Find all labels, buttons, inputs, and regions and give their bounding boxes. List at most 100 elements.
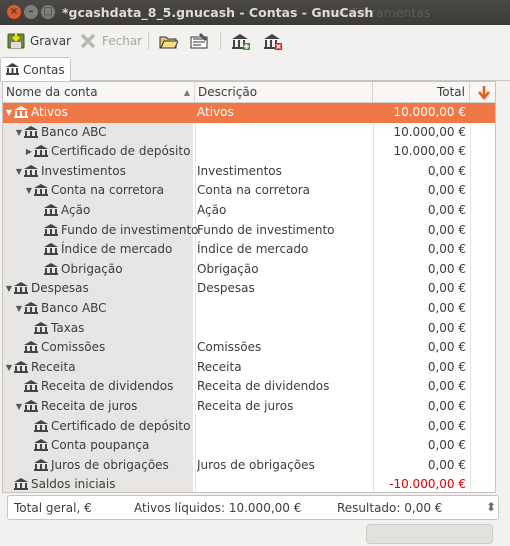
delete-account-icon [262,31,282,51]
bank-icon [14,360,28,374]
account-name: Obrigação [61,261,123,276]
bank-icon [24,341,38,354]
toolbar-separator [148,32,149,50]
bank-icon [14,282,28,295]
toolbar: Gravar Fechar [0,25,510,57]
window-title: *gcashdata_8_5.gnucash - Contas - GnuCas… [62,5,374,20]
account-total: 0,00 € [427,438,466,453]
account-row[interactable]: ▼ Receita Receita 0,00 € [3,357,495,378]
bank-icon [24,125,38,139]
maximize-window-button[interactable]: □ [41,5,55,19]
open-folder-icon [158,31,179,51]
close-icon [78,31,98,51]
account-row[interactable]: ▼ Conta na corretora Conta na corretora 0,0… [3,181,495,201]
account-name: Banco ABC [41,124,107,139]
delete-account-button[interactable] [262,29,282,53]
account-description [197,436,372,456]
expander-open-icon[interactable]: ▼ [14,123,24,143]
account-name: Receita de juros [41,399,138,413]
expander-open-icon[interactable]: ▼ [14,299,24,319]
account-row[interactable]: Comissões Comissões 0,00 € [3,338,495,358]
account-name: Receita de dividendos [41,379,174,394]
expander-open-icon[interactable]: ▼ [4,103,14,123]
account-row[interactable]: ▼ Investimentos Investimentos 0,00 € [3,161,495,182]
account-row[interactable]: Índice de mercado Índice de mercado 0,00 € [3,240,495,260]
account-row[interactable]: Juros de obrigações Juros de obrigações 0,… [3,455,495,476]
account-row[interactable]: ▼ Despesas Despesas 0,00 € [3,279,495,299]
account-name: Receita [31,359,76,374]
bank-icon [44,243,58,256]
result-label: Resultado: 0,00 € [337,501,443,515]
tab-accounts[interactable]: Contas [0,57,71,82]
account-name: Despesas [31,281,89,296]
account-name: Ativos [31,105,68,119]
expander-open-icon[interactable]: ▼ [4,279,14,299]
accounts-tree[interactable]: Nome da conta ▲ Descrição Total ▼ Ativos A… [2,81,496,493]
edit-account-button[interactable] [189,29,209,53]
account-total: 0,00 € [427,301,466,315]
account-name: Saldos iniciais [31,477,116,492]
minimize-window-button[interactable]: – [24,5,38,19]
account-name: Índice de mercado [61,242,173,257]
close-window-button[interactable]: × [7,5,21,19]
account-name: Banco ABC [41,301,107,315]
account-total: 10.000,00 € [393,105,466,119]
account-row[interactable]: Receita de dividendos Receita de dividend… [3,377,495,397]
account-description: Despesas [197,281,255,296]
bank-icon [34,184,48,197]
bank-icon [24,380,38,393]
summary-bar[interactable]: Total geral, € Ativos líquidos: 10.000,0… [7,495,499,520]
new-account-button[interactable] [230,29,250,53]
bank-icon [34,321,48,335]
account-row[interactable]: Fundo de investimento Fundo de investimen… [3,220,495,241]
open-account-button[interactable] [158,29,179,53]
account-row[interactable]: Saldos iniciais -10.000,00 € [3,475,495,492]
summary-currency-label: Total geral, € [14,501,92,515]
account-total: 0,00 € [427,457,466,472]
account-row[interactable]: ▼ Receita de juros Receita de juros 0,00 € [3,397,495,417]
bank-icon [34,439,48,452]
vertical-scrollbar[interactable] [496,81,508,493]
column-description-label: Descrição [198,85,258,99]
account-name: Comissões [41,340,106,355]
account-name: Conta poupança [51,438,150,453]
expander-closed-icon[interactable]: ▶ [24,142,34,162]
account-row[interactable]: ▼ Banco ABC 0,00 € [3,299,495,319]
account-row[interactable]: Certificado de depósito 0,00 € [3,416,495,437]
account-name: Fundo de investimento [61,222,199,237]
column-header-name[interactable]: Nome da conta ▲ [3,82,195,103]
account-row[interactable]: Obrigação Obrigação 0,00 € [3,259,495,280]
tab-bar: Contas [0,57,510,82]
account-description: Comissões [197,340,262,355]
save-label: Gravar [30,34,71,48]
account-row[interactable]: Conta poupança 0,00 € [3,436,495,456]
account-row[interactable]: ▼ Ativos Ativos 10.000,00 € [3,103,495,123]
account-total: 0,00 € [427,203,466,217]
save-button[interactable]: Gravar [6,29,71,53]
column-selector-button[interactable] [470,82,495,103]
account-row[interactable]: Taxas 0,00 € [3,318,495,339]
bank-icon [34,145,48,158]
account-row[interactable]: Ação Ação 0,00 € [3,201,495,221]
account-name: Certificado de depósito [51,418,191,433]
close-button[interactable]: Fechar [78,29,142,53]
column-header-total[interactable]: Total [373,82,470,103]
bank-icon [34,419,48,433]
net-assets-label: Ativos líquidos: 10.000,00 € [134,501,302,515]
expander-open-icon[interactable]: ▼ [14,162,24,182]
account-description: Receita de dividendos [197,379,330,394]
sort-indicator-icon: ▲ [183,88,190,97]
bank-icon [24,302,38,315]
account-total: 0,00 € [427,163,466,178]
account-row[interactable]: ▼ Banco ABC 10.000,00 € [3,122,495,143]
bank-icon [14,106,28,119]
account-row[interactable]: ▶ Certificado de depósito 10.000,00 € [3,142,495,162]
name-cell-background [3,318,193,339]
account-description: Receita de juros [197,399,294,413]
expander-open-icon[interactable]: ▼ [14,397,24,417]
expander-open-icon[interactable]: ▼ [4,358,14,378]
save-icon [6,31,26,51]
bank-icon [44,204,58,217]
expander-open-icon[interactable]: ▼ [24,181,34,201]
column-header-description[interactable]: Descrição [195,82,373,103]
